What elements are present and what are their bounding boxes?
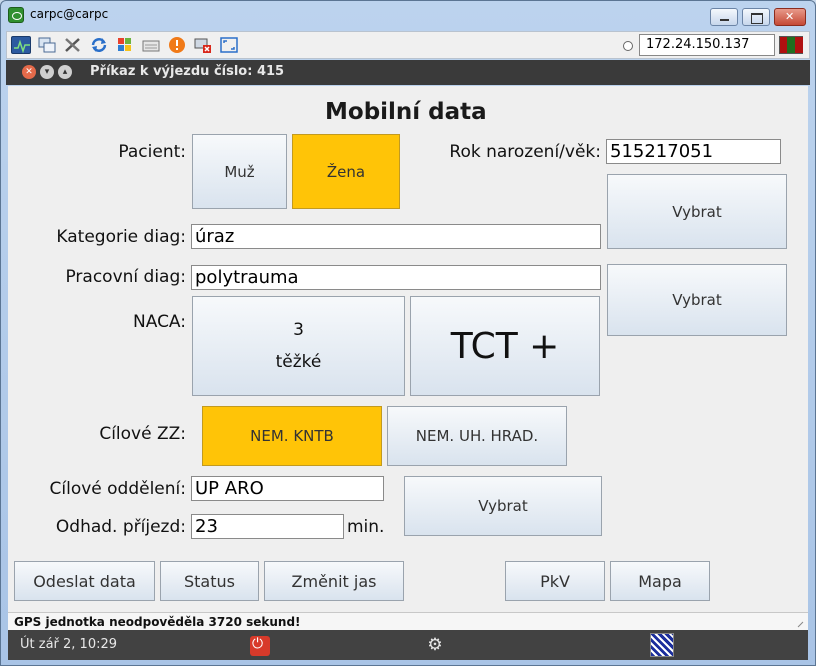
work-diag-label: Pracovní diag: <box>65 267 186 287</box>
app-header: Příkaz k výjezdu číslo: 415 <box>6 60 810 85</box>
arrival-estimate-label: Odhad. příjezd: <box>55 517 186 537</box>
select-department-button[interactable]: Vybrat <box>404 476 602 536</box>
naca-number: 3 <box>293 320 304 340</box>
map-button[interactable]: Mapa <box>610 561 710 601</box>
resize-grip-icon[interactable] <box>794 618 806 630</box>
monitor-icon[interactable] <box>11 36 31 54</box>
keyboard-icon[interactable] <box>141 36 161 54</box>
target-department-label: Cílové oddělení: <box>49 479 187 499</box>
patient-male-button[interactable]: Muž <box>192 134 287 209</box>
header-minimize-button[interactable] <box>40 65 54 79</box>
windows-logo-icon[interactable] <box>115 36 135 54</box>
ip-address-field[interactable]: 172.24.150.137 <box>639 34 775 56</box>
system-clock: Út zář 2, 10:29 <box>20 637 118 652</box>
settings-gear-icon[interactable]: ⚙ <box>425 635 445 655</box>
select-birth-button[interactable]: Vybrat <box>607 174 787 249</box>
windows-icon[interactable] <box>37 36 57 54</box>
ip-radio[interactable] <box>623 41 633 51</box>
header-close-button[interactable] <box>22 65 36 79</box>
close-button[interactable] <box>774 8 806 26</box>
disconnect-icon[interactable] <box>193 36 213 54</box>
pkv-button[interactable]: PkV <box>505 561 605 601</box>
target-department-field[interactable]: UP ARO <box>191 476 384 501</box>
warning-icon[interactable] <box>167 36 187 54</box>
naca-button[interactable]: 3 těžké <box>192 296 405 396</box>
target-uh-hrad-button[interactable]: NEM. UH. HRAD. <box>387 406 567 466</box>
header-maximize-button[interactable] <box>58 65 72 79</box>
naca-text: těžké <box>275 352 322 372</box>
maximize-button[interactable] <box>742 8 770 26</box>
work-diag-field[interactable]: polytrauma <box>191 265 601 290</box>
power-icon[interactable] <box>250 636 270 656</box>
tct-button[interactable]: TCT + <box>410 296 600 396</box>
window-title: carpc@carpc <box>30 7 109 21</box>
tools-icon[interactable] <box>63 36 83 54</box>
target-kntb-button[interactable]: NEM. KNTB <box>202 406 382 466</box>
naca-label: NACA: <box>133 312 186 332</box>
vnc-toolbar: 172.24.150.137 <box>6 31 810 59</box>
send-data-button[interactable]: Odeslat data <box>14 561 155 601</box>
status-button[interactable]: Status <box>160 561 259 601</box>
minimize-button[interactable] <box>710 8 738 26</box>
category-diag-field[interactable]: úraz <box>191 224 601 249</box>
arrival-estimate-field[interactable]: 23 <box>191 514 344 539</box>
birth-year-label: Rok narození/věk: <box>449 142 601 162</box>
fullscreen-icon[interactable] <box>219 36 239 54</box>
target-facility-label: Cílové ZZ: <box>99 424 186 444</box>
window-titlebar[interactable] <box>1 1 815 29</box>
change-brightness-button[interactable]: Změnit jas <box>264 561 404 601</box>
network-status-icon[interactable] <box>650 633 674 657</box>
patient-label: Pacient: <box>118 142 186 162</box>
category-diag-label: Kategorie diag: <box>56 227 186 247</box>
patient-female-button[interactable]: Žena <box>292 134 400 209</box>
birth-year-field[interactable]: 515217051 <box>606 139 781 164</box>
select-diag-button[interactable]: Vybrat <box>607 264 787 336</box>
dispatch-order-title: Příkaz k výjezdu číslo: 415 <box>90 64 285 79</box>
arrival-unit-label: min. <box>347 517 385 537</box>
refresh-icon[interactable] <box>89 36 109 54</box>
vnc-app-icon <box>8 7 24 23</box>
gps-status-message: GPS jednotka neodpověděla 3720 sekund! <box>8 612 808 630</box>
connection-status-icon <box>779 36 803 54</box>
system-bar <box>8 630 808 660</box>
page-title: Mobilní data <box>325 99 487 125</box>
